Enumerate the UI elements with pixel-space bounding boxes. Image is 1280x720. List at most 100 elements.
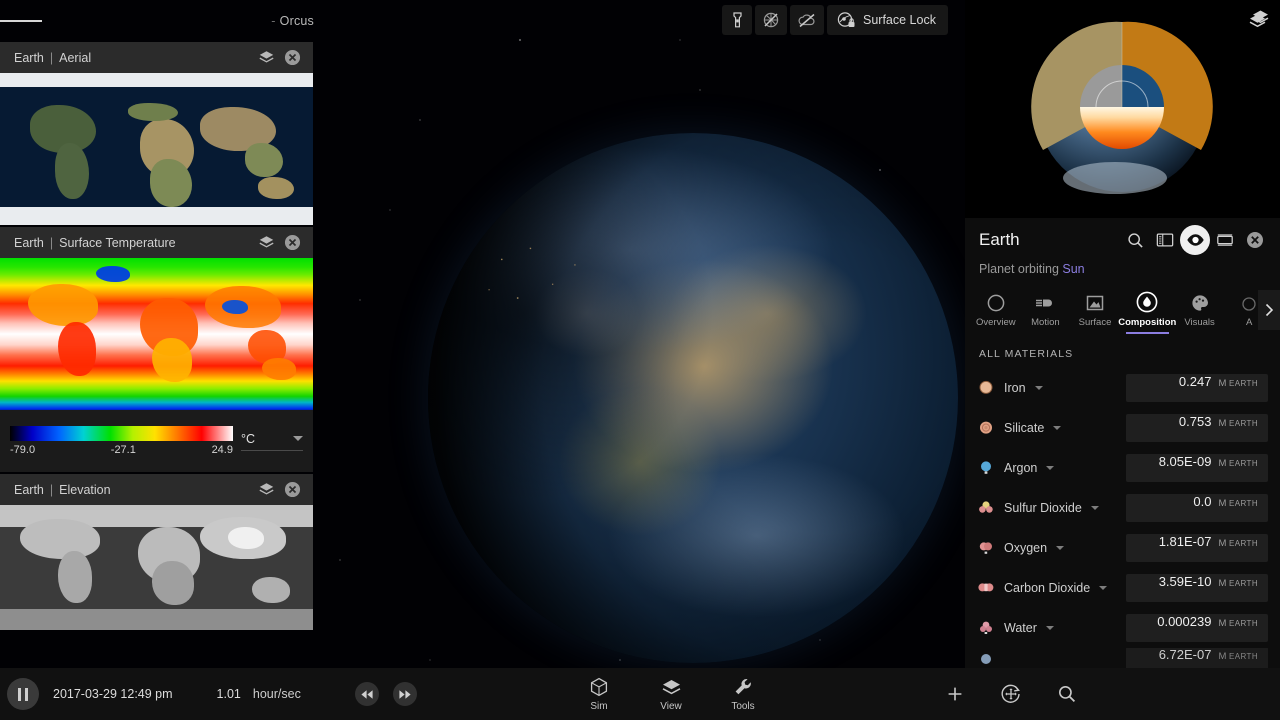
- grid-off-button[interactable]: [755, 5, 787, 35]
- temperature-legend: -79.0 -27.1 24.9 °C: [0, 410, 313, 472]
- material-unit: M EARTH: [1218, 538, 1258, 549]
- material-value: 1.81E-07: [1158, 534, 1212, 549]
- clouds-off-button[interactable]: [790, 5, 824, 35]
- tab-label: A: [1246, 317, 1253, 328]
- map-layers-button[interactable]: [253, 230, 279, 256]
- surface-icon: [1086, 295, 1104, 311]
- surface-lock-icon: [837, 12, 855, 27]
- tabs-next-button[interactable]: [1258, 290, 1280, 330]
- material-swatch-silicate-icon: [980, 421, 992, 434]
- map-layer-name: Surface Temperature: [59, 235, 176, 250]
- chevron-down-icon[interactable]: [1046, 466, 1055, 470]
- legend-max: 24.9: [211, 444, 233, 456]
- material-swatch-argon-icon: [981, 461, 991, 474]
- material-value-field[interactable]: 3.59E-10 M EARTH: [1126, 574, 1268, 602]
- subtitle-prefix: Planet orbiting: [979, 262, 1063, 276]
- details-panel-icon[interactable]: [1150, 225, 1180, 255]
- material-value-field[interactable]: 0.753 M EARTH: [1126, 414, 1268, 442]
- play-pause-button[interactable]: [7, 678, 39, 710]
- menu-hamburger-icon[interactable]: [0, 0, 42, 42]
- chevron-down-icon[interactable]: [1053, 426, 1062, 430]
- orbit-move-button[interactable]: [996, 679, 1026, 709]
- material-value: 0.000239: [1157, 614, 1212, 629]
- material-value-field[interactable]: 8.05E-09 M EARTH: [1126, 454, 1268, 482]
- search-button[interactable]: [1052, 679, 1082, 709]
- chevron-down-icon[interactable]: [1034, 386, 1043, 390]
- add-button[interactable]: [940, 679, 970, 709]
- material-value-field[interactable]: 0.247 M EARTH: [1126, 374, 1268, 402]
- material-row[interactable]: Iron 0.247 M EARTH: [977, 368, 1268, 408]
- map-title-separator: |: [49, 235, 54, 250]
- step-back-button[interactable]: [354, 682, 379, 706]
- context-name: Orcus: [279, 14, 314, 28]
- material-row[interactable]: Carbon Dioxide 3.59E-10 M EARTH: [977, 568, 1268, 608]
- material-value: 3.59E-10: [1158, 574, 1212, 589]
- mode-label: View: [660, 700, 682, 712]
- map-layers-button[interactable]: [253, 45, 279, 71]
- map-image-aerial[interactable]: [0, 73, 313, 225]
- chevron-down-icon[interactable]: [293, 436, 303, 441]
- tab-label: Composition: [1118, 317, 1177, 328]
- mode-tools[interactable]: Tools: [719, 677, 767, 712]
- material-value: 6.72E-07: [1158, 648, 1212, 662]
- step-back-icon: [361, 689, 373, 699]
- map-close-button[interactable]: [279, 45, 305, 71]
- planet-cutaway-render[interactable]: [965, 0, 1280, 218]
- parent-body-link[interactable]: Sun: [1062, 262, 1084, 276]
- material-unit: M EARTH: [1218, 498, 1258, 509]
- map-panel-title: Earth | Elevation: [14, 483, 111, 497]
- step-forward-button[interactable]: [392, 682, 417, 706]
- tab-visuals[interactable]: Visuals: [1175, 293, 1225, 334]
- map-layers-button[interactable]: [253, 477, 279, 503]
- body-subtitle: Planet orbiting Sun: [965, 262, 1280, 286]
- material-value-field[interactable]: 1.81E-07 M EARTH: [1126, 534, 1268, 562]
- orbit-move-icon: [1001, 684, 1020, 703]
- mode-sim[interactable]: Sim: [575, 677, 623, 712]
- planet-terminator: [428, 133, 958, 663]
- material-row[interactable]: Silicate 0.753 M EARTH: [977, 408, 1268, 448]
- map-panel-temperature: Earth | Surface Temperature -79.0 -27.1 …: [0, 227, 313, 472]
- map-panel-aerial: Earth | Aerial: [0, 42, 313, 225]
- tab-surface[interactable]: Surface: [1070, 293, 1120, 334]
- map-image-elevation[interactable]: [0, 505, 313, 630]
- timeline-icon[interactable]: [1210, 225, 1240, 255]
- material-value: 8.05E-09: [1158, 454, 1212, 469]
- material-row[interactable]: Sulfur Dioxide 0.0 M EARTH: [977, 488, 1268, 528]
- flashlight-button[interactable]: [722, 5, 752, 35]
- material-row[interactable]: Water 0.000239 M EARTH: [977, 608, 1268, 648]
- simulation-rate[interactable]: 1.01 hour/sec: [217, 687, 301, 701]
- chevron-down-icon[interactable]: [1056, 546, 1065, 550]
- map-close-button[interactable]: [279, 477, 305, 503]
- tab-overview[interactable]: Overview: [971, 293, 1021, 334]
- tab-composition[interactable]: Composition: [1118, 291, 1177, 334]
- material-name: Iron: [1004, 381, 1026, 395]
- material-name: Silicate: [1004, 421, 1045, 435]
- visibility-eye-icon[interactable]: [1180, 225, 1210, 255]
- map-close-button[interactable]: [279, 230, 305, 256]
- map-panel-title: Earth | Surface Temperature: [14, 236, 176, 250]
- material-value-field[interactable]: 0.0 M EARTH: [1126, 494, 1268, 522]
- chevron-down-icon[interactable]: [1090, 506, 1099, 510]
- tab-motion[interactable]: Motion: [1021, 293, 1071, 334]
- chevron-down-icon[interactable]: [1099, 586, 1108, 590]
- simulation-time[interactable]: 2017-03-29 12:49 pm: [53, 687, 173, 701]
- material-unit: M EARTH: [1218, 651, 1258, 662]
- legend-unit-select[interactable]: °C: [241, 432, 303, 451]
- planet-earth-render[interactable]: [428, 133, 958, 663]
- close-icon[interactable]: [1240, 225, 1270, 255]
- material-value-field[interactable]: 0.000239 M EARTH: [1126, 614, 1268, 642]
- material-row[interactable]: Oxygen 1.81E-07 M EARTH: [977, 528, 1268, 568]
- circle-icon: [987, 294, 1005, 312]
- mode-view[interactable]: View: [647, 677, 695, 712]
- map-panel-elevation: Earth | Elevation: [0, 474, 313, 630]
- chevron-down-icon[interactable]: [1045, 626, 1054, 630]
- layers-icon: [258, 51, 274, 63]
- legend-mid: -27.1: [110, 444, 136, 456]
- map-image-temperature[interactable]: [0, 258, 313, 410]
- layers-toggle-icon[interactable]: [1242, 6, 1272, 36]
- material-name: Argon: [1004, 461, 1038, 475]
- search-icon[interactable]: [1120, 225, 1150, 255]
- legend-gradient-bar: [10, 426, 233, 441]
- surface-lock-button[interactable]: Surface Lock: [827, 5, 948, 35]
- material-row[interactable]: Argon 8.05E-09 M EARTH: [977, 448, 1268, 488]
